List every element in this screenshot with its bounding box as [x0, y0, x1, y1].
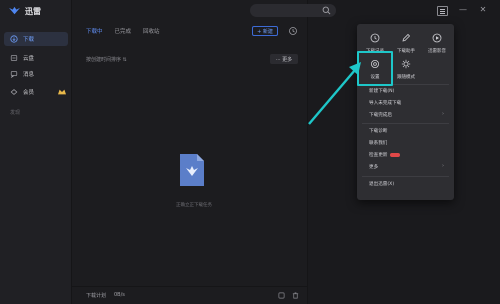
menu-contact-us[interactable]: 联系我们 — [369, 140, 387, 146]
menu-new-download[interactable]: 新建下载(N) — [369, 88, 394, 94]
sidebar-item-cloud[interactable]: 云盘 — [4, 51, 68, 65]
menu-more[interactable]: 更多 — [369, 164, 378, 170]
thunder-bird-icon — [9, 6, 20, 15]
menu-download-assistant[interactable]: 下载助手 — [391, 28, 421, 54]
history-icon — [370, 33, 380, 43]
trash-icon[interactable] — [292, 292, 299, 299]
tab-recycle-bin[interactable]: 回收站 — [143, 27, 160, 35]
submenu-arrow-icon: › — [442, 111, 444, 117]
menu-exit[interactable]: 退出迅雷(X) — [369, 181, 394, 187]
download-panel: 下载中 已完成 回收站 + 新建 按创建时间排序 ⇅ ··· 更多 正确立正下载… — [72, 0, 308, 304]
app-logo: 迅雷 — [8, 6, 41, 17]
pen-icon — [402, 33, 411, 42]
sun-icon — [401, 59, 411, 69]
menu-xunlei-player[interactable]: 迅雷影音 — [422, 28, 452, 54]
sort-by-created-time[interactable]: 按创建时间排序 ⇅ — [86, 56, 127, 63]
tab-downloading[interactable]: 下载中 — [86, 27, 103, 35]
update-badge — [390, 152, 401, 157]
sidebar-item-label: 云盘 — [23, 56, 35, 62]
menu-follow-mode[interactable]: 跟随模式 — [391, 54, 421, 80]
submenu-arrow-icon: › — [442, 163, 444, 169]
annotation-arrow-icon — [308, 62, 361, 125]
sidebar-item-vip[interactable]: 会员 — [4, 85, 68, 99]
menu-divider — [362, 123, 449, 124]
more-button[interactable]: ··· 更多 — [270, 54, 298, 64]
main-menu-icon[interactable] — [437, 6, 448, 16]
status-bar: 下载计划 0B/s — [72, 286, 308, 304]
menu-check-update-label: 检查更新 — [369, 153, 388, 158]
new-task-button[interactable]: + 新建 — [252, 26, 278, 36]
history-icon[interactable] — [288, 26, 298, 36]
sidebar-item-message[interactable]: 消息 — [4, 67, 68, 81]
menu-after-download[interactable]: 下载完成后 — [369, 112, 392, 118]
menu-grid-label: 跟随模式 — [397, 75, 415, 80]
cloud-icon — [10, 55, 18, 61]
download-tabs: 下载中 已完成 回收站 — [86, 27, 160, 35]
empty-state-text: 正确立正下载任务 — [176, 203, 212, 208]
empty-file-icon — [180, 154, 204, 186]
sidebar-item-label: 会员 — [23, 90, 35, 96]
sidebar: 迅雷 下载 云盘 消息 会员 发现 — [0, 0, 72, 304]
close-button[interactable]: ✕ — [478, 5, 488, 15]
link-icon[interactable] — [278, 292, 285, 299]
tab-completed[interactable]: 已完成 — [115, 27, 132, 35]
video-icon — [432, 33, 442, 43]
sidebar-item-download[interactable]: 下载 — [4, 32, 68, 46]
menu-diagnosis[interactable]: 下载诊断 — [369, 128, 387, 134]
search-input[interactable] — [250, 4, 336, 17]
download-plan-label[interactable]: 下载计划 — [86, 292, 106, 299]
menu-import-unfinished[interactable]: 导入未完成下载 — [369, 100, 401, 106]
minimize-button[interactable]: — — [458, 5, 468, 15]
menu-grid-label: 迅雷影音 — [428, 49, 446, 54]
download-icon — [10, 35, 18, 43]
download-speed: 0B/s — [114, 292, 125, 298]
message-icon — [10, 71, 18, 78]
app-title: 迅雷 — [25, 7, 41, 16]
vip-icon — [10, 89, 18, 95]
sidebar-item-label: 消息 — [23, 72, 35, 78]
menu-divider — [362, 176, 449, 177]
search-icon — [322, 6, 331, 15]
sidebar-item-label: 下载 — [23, 37, 35, 43]
crown-badge-icon — [58, 89, 66, 95]
menu-check-update[interactable]: 检查更新 — [369, 152, 401, 158]
sidebar-section-discover: 发现 — [10, 110, 21, 116]
